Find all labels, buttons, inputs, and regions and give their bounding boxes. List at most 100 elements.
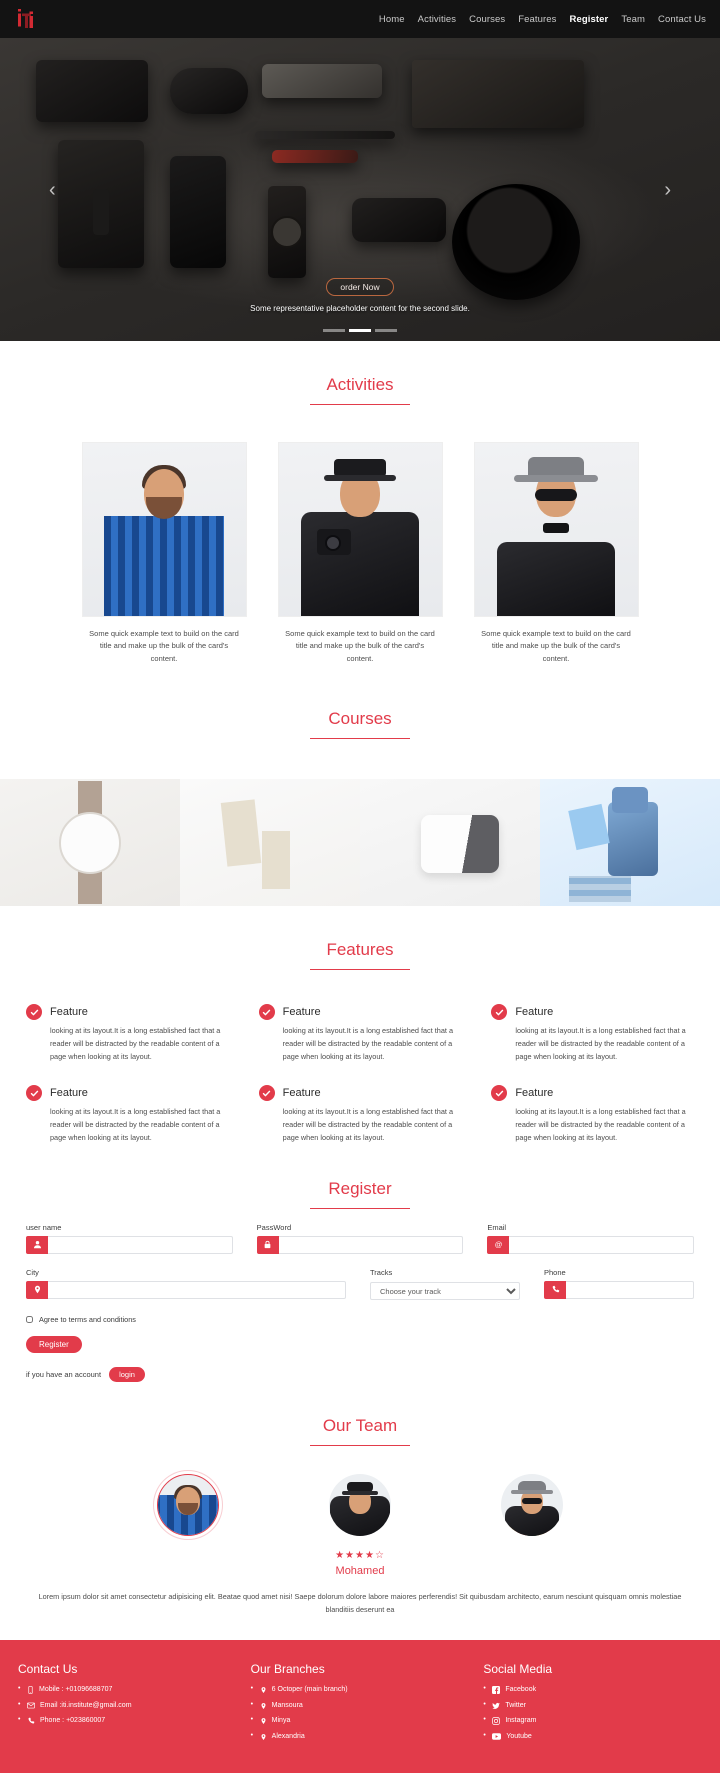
features-section: Features Feature looking at its layout.I…: [0, 906, 720, 1145]
footer-contact-item[interactable]: Email :iti.institute@gmail.com: [18, 1700, 237, 1710]
nav-item-team[interactable]: Team: [621, 14, 645, 25]
carousel-caption: order Now Some representative placeholde…: [0, 277, 720, 313]
footer: Contact Us Mobile : +01096688707 Email :…: [0, 1640, 720, 1773]
activities-cards: Some quick example text to build on the …: [0, 442, 720, 665]
feature-title: Feature: [515, 1006, 554, 1019]
footer-branch-item[interactable]: Minya: [251, 1715, 470, 1725]
city-input[interactable]: [48, 1280, 346, 1299]
footer-social-title: Social Media: [483, 1662, 553, 1677]
instagram-icon: [492, 1717, 501, 1725]
password-input[interactable]: [278, 1235, 464, 1254]
feature-title: Feature: [50, 1087, 88, 1100]
field-phone: Phone: [544, 1268, 694, 1301]
feature-title: Feature: [515, 1087, 554, 1100]
username-input[interactable]: [48, 1235, 233, 1254]
footer-branch-text: Alexandria: [271, 1732, 305, 1740]
footer-contact-item[interactable]: Phone : +023860007: [18, 1715, 237, 1725]
activity-card[interactable]: Some quick example text to build on the …: [473, 442, 639, 665]
check-circle-icon: [491, 1004, 508, 1021]
course-image-stationery[interactable]: [180, 779, 360, 907]
map-marker-icon: [260, 1702, 267, 1710]
feature-body: looking at its layout.It is a long estab…: [50, 1107, 221, 1142]
tracks-select[interactable]: Choose your track: [370, 1282, 520, 1301]
courses-section: Courses: [0, 675, 720, 907]
envelope-icon: [27, 1702, 35, 1709]
hero-object-pen: [255, 131, 395, 139]
feature-body: looking at its layout.It is a long estab…: [282, 1026, 454, 1061]
footer-branch-text: 6 Octoper (main branch): [271, 1686, 348, 1694]
hero-object-notebook: [412, 60, 584, 128]
login-button[interactable]: login: [109, 1367, 145, 1383]
footer-social-text: Twitter: [505, 1701, 526, 1709]
courses-gallery: [0, 779, 720, 907]
footer-social-item[interactable]: Facebook: [483, 1684, 702, 1694]
courses-title-rule: [310, 738, 410, 740]
team-title: Our Team: [322, 1416, 398, 1436]
logo-iti[interactable]: [14, 6, 40, 32]
terms-label[interactable]: Agree to terms and conditions: [39, 1315, 136, 1324]
team-avatar-3[interactable]: [501, 1474, 563, 1537]
footer-contact-text: Mobile : +01096688707: [39, 1686, 113, 1694]
footer-social-item[interactable]: Twitter: [483, 1700, 702, 1710]
carousel-indicator-2[interactable]: [349, 329, 371, 332]
footer-branch-item[interactable]: Alexandria: [251, 1731, 470, 1741]
field-username: user name: [26, 1223, 233, 1254]
phone-input[interactable]: [566, 1280, 694, 1299]
map-marker-icon: [26, 1280, 48, 1299]
check-circle-icon: [258, 1004, 275, 1021]
carousel-next-icon[interactable]: ›: [655, 174, 680, 206]
course-image-robot[interactable]: [540, 779, 720, 907]
hero-object-bowtie: [262, 64, 382, 98]
team-avatar-2[interactable]: [329, 1474, 391, 1537]
footer-social-item[interactable]: Instagram: [483, 1715, 702, 1725]
nav-item-home[interactable]: Home: [379, 14, 405, 25]
courses-title: Courses: [328, 709, 392, 729]
footer-social-column: Social Media Facebook Twitter Instagram …: [483, 1662, 702, 1747]
nav-item-features[interactable]: Features: [518, 14, 556, 25]
carousel-prev-icon[interactable]: ‹: [40, 174, 65, 206]
nav-item-activities[interactable]: Activities: [418, 14, 456, 25]
nav-item-register[interactable]: Register: [570, 14, 609, 25]
twitter-icon: [492, 1702, 501, 1710]
nav-item-contact-us[interactable]: Contact Us: [658, 14, 706, 25]
nav-item-courses[interactable]: Courses: [469, 14, 505, 25]
footer-branch-item[interactable]: Mansoura: [251, 1700, 470, 1710]
register-button[interactable]: Register: [26, 1336, 82, 1354]
terms-checkbox[interactable]: [26, 1316, 33, 1324]
field-email: Email @: [487, 1223, 695, 1254]
team-rating-stars: ★★★★☆: [335, 1550, 385, 1562]
footer-branch-text: Mansoura: [271, 1701, 303, 1709]
feature-title: Feature: [282, 1006, 321, 1019]
field-tracks: Tracks Choose your track: [370, 1268, 520, 1301]
activity-card[interactable]: Some quick example text to build on the …: [81, 442, 247, 665]
carousel-indicator-3[interactable]: [375, 329, 397, 332]
feature-item: Feature looking at its layout.It is a lo…: [491, 1004, 694, 1063]
activity-card-text: Some quick example text to build on the …: [481, 629, 631, 663]
terms-row: Agree to terms and conditions: [26, 1315, 694, 1324]
footer-contact-item[interactable]: Mobile : +01096688707: [18, 1684, 237, 1694]
tracks-label: Tracks: [370, 1267, 393, 1277]
activities-title: Activities: [326, 375, 394, 394]
footer-branch-item[interactable]: 6 Octoper (main branch): [251, 1684, 470, 1694]
hero-object-sunglasses: [170, 68, 248, 114]
course-image-watch[interactable]: [0, 779, 180, 907]
lock-icon: [256, 1235, 279, 1254]
team-section: Our Team ★★★★☆ Mohamed Lorem ipsum dolor…: [0, 1382, 720, 1640]
order-now-button[interactable]: order Now: [326, 278, 394, 296]
youtube-icon: [492, 1733, 502, 1740]
features-grid: Feature looking at its layout.It is a lo…: [0, 970, 720, 1145]
nav-links: Home Activities Courses Features Registe…: [379, 14, 706, 25]
activity-card[interactable]: Some quick example text to build on the …: [277, 442, 443, 665]
carousel-caption-text: Some representative placeholder content …: [250, 304, 470, 313]
carousel-indicator-1[interactable]: [323, 329, 345, 332]
feature-item: Feature looking at its layout.It is a lo…: [26, 1085, 229, 1144]
feature-body: looking at its layout.It is a long estab…: [50, 1026, 221, 1061]
activities-section: Activities Some quick example text to bu…: [0, 341, 720, 675]
team-description: Lorem ipsum dolor sit amet consectetur a…: [38, 1592, 682, 1615]
team-avatar-1[interactable]: [157, 1474, 219, 1537]
feature-body: looking at its layout.It is a long estab…: [282, 1107, 454, 1142]
footer-social-item[interactable]: Youtube: [483, 1731, 702, 1741]
city-label: City: [26, 1267, 39, 1277]
course-image-device[interactable]: [360, 779, 540, 907]
email-input[interactable]: [509, 1235, 695, 1254]
